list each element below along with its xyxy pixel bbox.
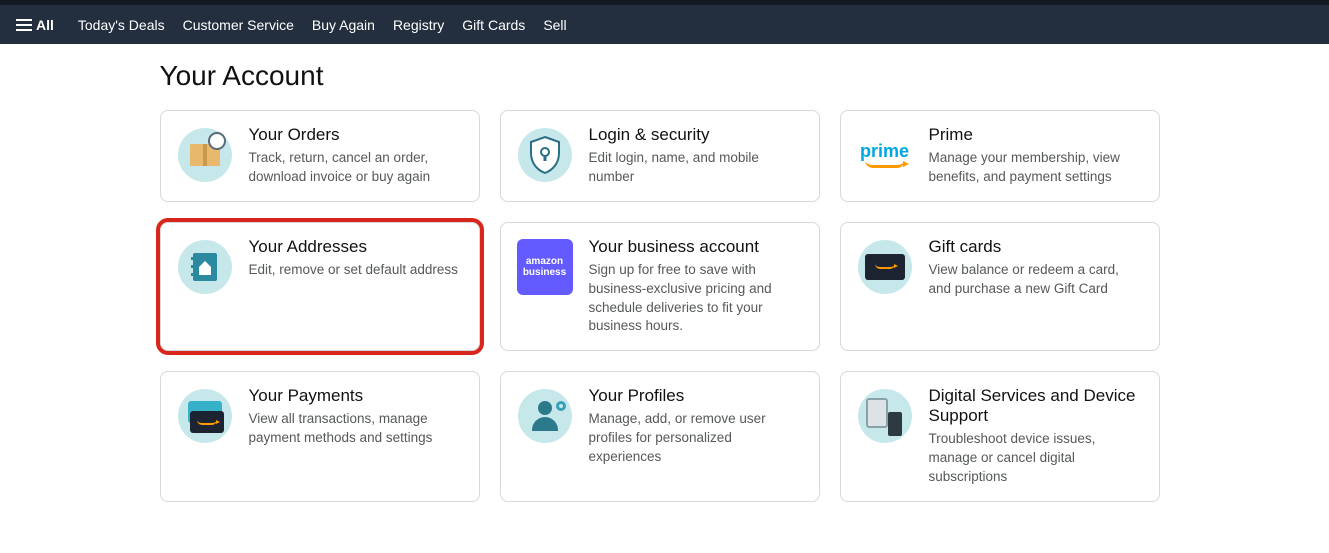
biz-line1: amazon (526, 256, 563, 267)
card-digital-services[interactable]: Digital Services and Device Support Trou… (840, 371, 1160, 502)
card-your-profiles[interactable]: Your Profiles Manage, add, or remove use… (500, 371, 820, 502)
card-prime[interactable]: prime Prime Manage your membership, view… (840, 110, 1160, 202)
prime-text: prime (860, 142, 909, 160)
nav-link-gift-cards[interactable]: Gift Cards (462, 17, 525, 33)
nav-all-label: All (36, 17, 54, 33)
card-desc: Manage, add, or remove user profiles for… (589, 410, 801, 467)
card-title: Digital Services and Device Support (929, 386, 1141, 426)
profiles-icon (515, 386, 575, 446)
biz-line2: business (523, 267, 566, 278)
card-desc: Edit login, name, and mobile number (589, 149, 801, 187)
card-your-payments[interactable]: Your Payments View all transactions, man… (160, 371, 480, 502)
card-desc: Track, return, cancel an order, download… (249, 149, 461, 187)
prime-logo-icon: prime (855, 125, 915, 185)
card-desc: Troubleshoot device issues, manage or ca… (929, 430, 1141, 487)
card-desc: View all transactions, manage payment me… (249, 410, 461, 448)
nav-link-buy-again[interactable]: Buy Again (312, 17, 375, 33)
card-title: Gift cards (929, 237, 1141, 257)
nav-link-sell[interactable]: Sell (543, 17, 566, 33)
amazon-business-icon: amazon business (515, 237, 575, 297)
nav-link-todays-deals[interactable]: Today's Deals (78, 17, 165, 33)
card-title: Your Profiles (589, 386, 801, 406)
nav-all-menu[interactable]: All (10, 13, 60, 37)
card-title: Your Orders (249, 125, 461, 145)
shield-lock-icon (515, 125, 575, 185)
nav-link-registry[interactable]: Registry (393, 17, 444, 33)
gift-card-icon (855, 237, 915, 297)
card-your-orders[interactable]: Your Orders Track, return, cancel an ord… (160, 110, 480, 202)
account-cards-grid: Your Orders Track, return, cancel an ord… (160, 110, 1170, 502)
card-desc: View balance or redeem a card, and purch… (929, 261, 1141, 299)
card-title: Login & security (589, 125, 801, 145)
card-your-addresses[interactable]: Your Addresses Edit, remove or set defau… (160, 222, 480, 352)
card-desc: Manage your membership, view benefits, a… (929, 149, 1141, 187)
nav-link-customer-service[interactable]: Customer Service (183, 17, 294, 33)
card-title: Prime (929, 125, 1141, 145)
devices-icon (855, 386, 915, 446)
payments-icon (175, 386, 235, 446)
address-book-icon (175, 237, 235, 297)
secondary-nav: All Today's Deals Customer Service Buy A… (0, 5, 1329, 44)
page-container: Your Account Your Orders Track, return, … (160, 44, 1170, 502)
page-title: Your Account (160, 60, 1170, 92)
card-login-security[interactable]: Login & security Edit login, name, and m… (500, 110, 820, 202)
hamburger-icon (16, 19, 32, 31)
card-gift-cards[interactable]: Gift cards View balance or redeem a card… (840, 222, 1160, 352)
card-business-account[interactable]: amazon business Your business account Si… (500, 222, 820, 352)
gear-icon (554, 399, 568, 413)
card-desc: Sign up for free to save with business-e… (589, 261, 801, 337)
card-title: Your business account (589, 237, 801, 257)
orders-icon (175, 125, 235, 185)
card-title: Your Addresses (249, 237, 461, 257)
card-desc: Edit, remove or set default address (249, 261, 461, 280)
card-title: Your Payments (249, 386, 461, 406)
